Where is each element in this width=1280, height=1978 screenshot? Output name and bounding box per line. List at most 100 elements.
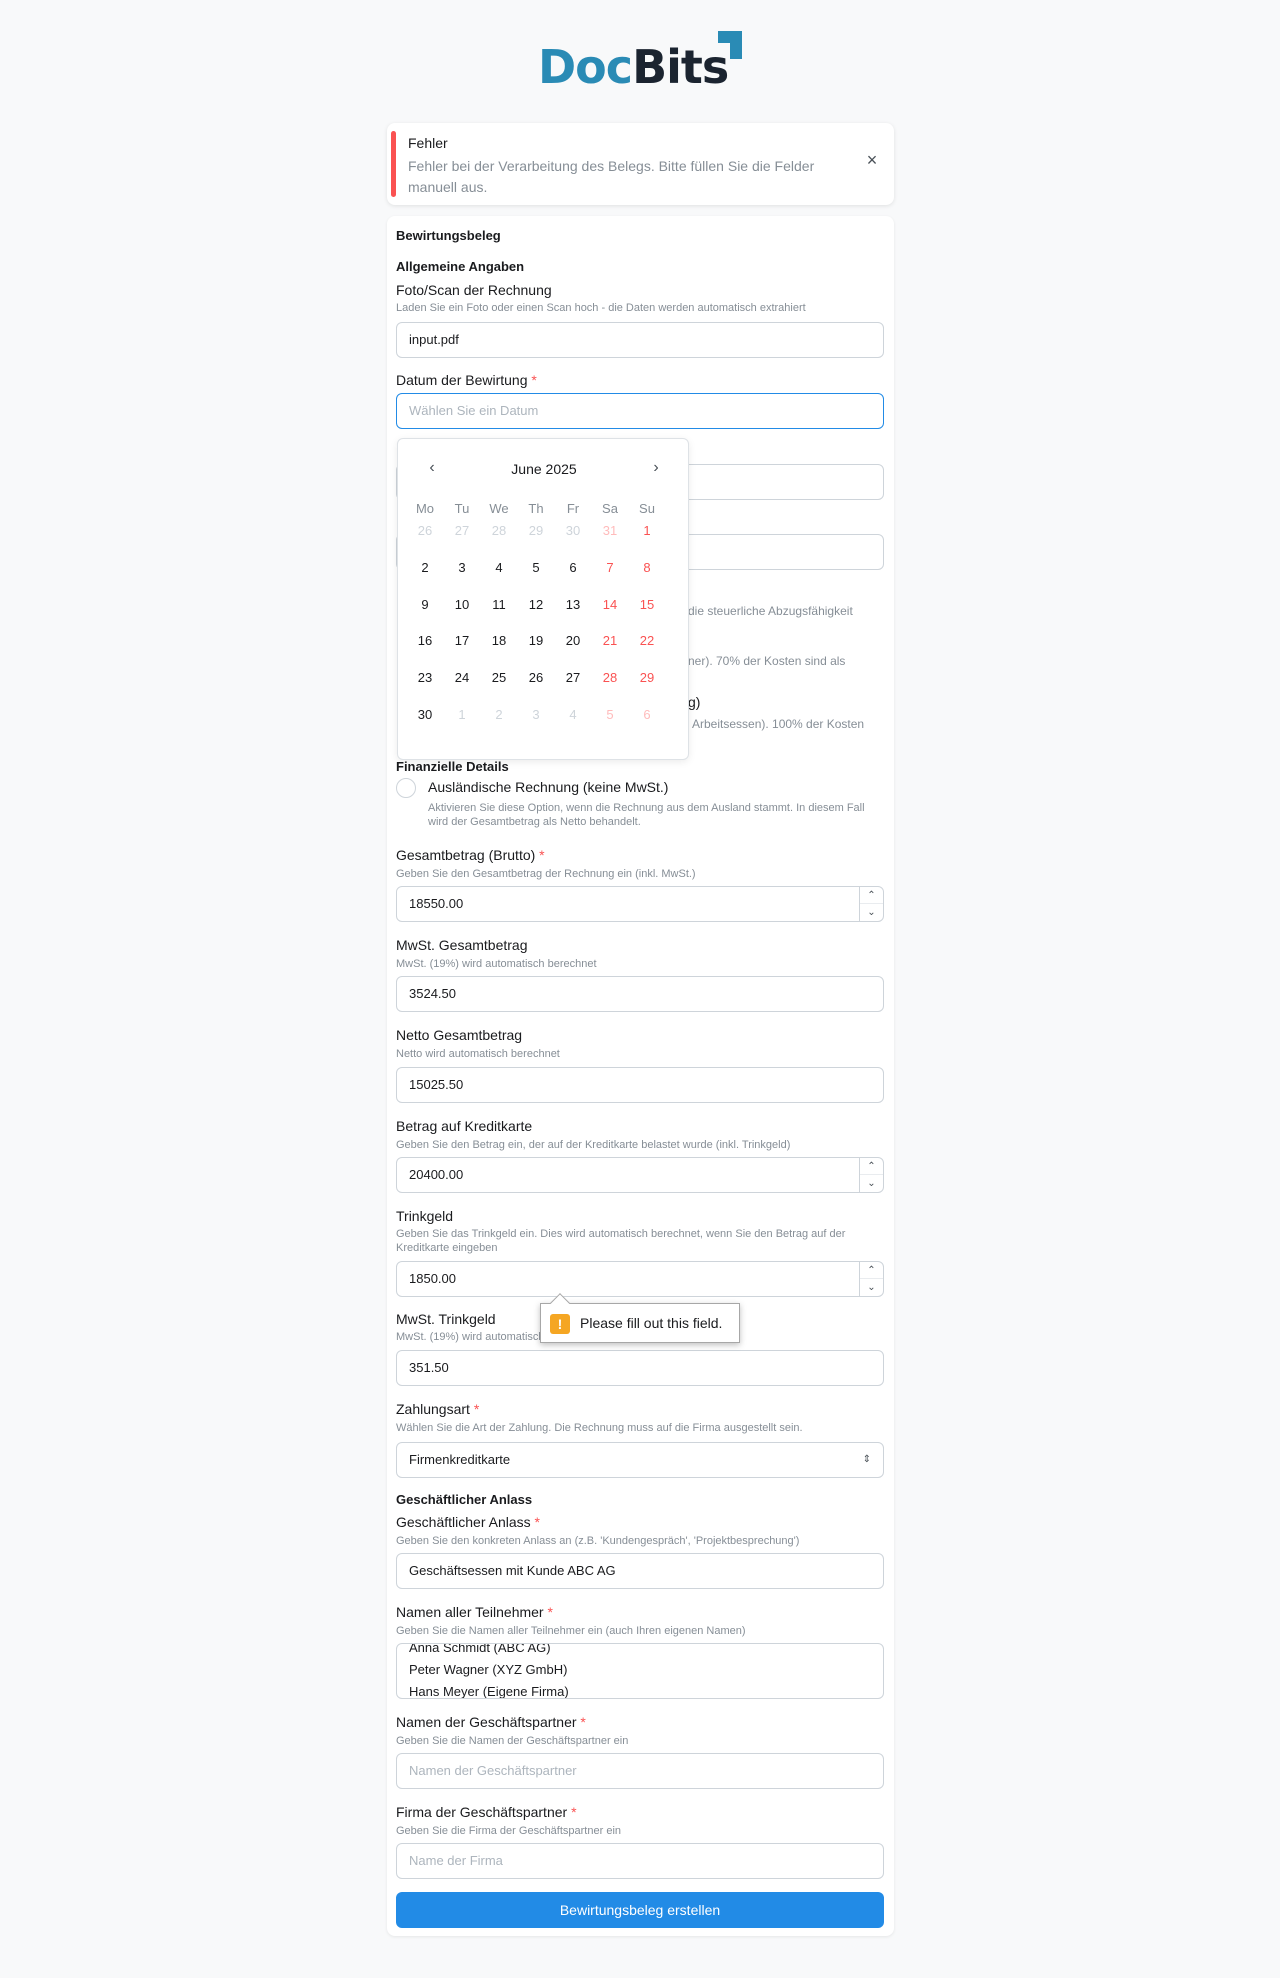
- calendar-day[interactable]: 30: [407, 701, 443, 729]
- section-business-heading: Geschäftlicher Anlass: [396, 1492, 533, 1507]
- chevron-down-icon[interactable]: ⌄: [860, 1279, 883, 1296]
- calendar-day[interactable]: 26: [407, 517, 443, 545]
- calendar-day[interactable]: 2: [481, 701, 517, 729]
- tip-vat-label: MwSt. Trinkgeld: [396, 1311, 496, 1327]
- logo-text-doc: Doc: [538, 40, 633, 94]
- calendar-day[interactable]: 9: [407, 591, 443, 619]
- calendar-day[interactable]: 6: [555, 554, 591, 582]
- vat-total-input[interactable]: 3524.50: [396, 976, 884, 1012]
- chevron-down-icon[interactable]: ⌄: [860, 1175, 883, 1192]
- calendar-day[interactable]: 3: [518, 701, 554, 729]
- tip-stepper[interactable]: ⌃ ⌄: [859, 1262, 883, 1296]
- calendar-day[interactable]: 2: [407, 554, 443, 582]
- calendar-day[interactable]: 5: [592, 701, 628, 729]
- calendar-day[interactable]: 4: [481, 554, 517, 582]
- calendar-day[interactable]: 28: [592, 664, 628, 692]
- warning-icon: !: [550, 1314, 570, 1334]
- occasion-label: Geschäftlicher Anlass *: [396, 1514, 540, 1530]
- chevron-up-icon[interactable]: ⌃: [860, 1262, 883, 1279]
- calendar-day[interactable]: 5: [518, 554, 554, 582]
- net-total-input[interactable]: 15025.50: [396, 1067, 884, 1103]
- foreign-invoice-description: Aktivieren Sie diese Option, wenn die Re…: [428, 802, 865, 828]
- upload-file-input[interactable]: input.pdf: [396, 322, 884, 358]
- card-amount-stepper[interactable]: ⌃ ⌄: [859, 1158, 883, 1192]
- chevron-up-icon[interactable]: ⌃: [860, 1158, 883, 1175]
- card-amount-input[interactable]: 20400.00 ⌃ ⌄: [396, 1157, 884, 1193]
- chevron-right-icon[interactable]: ›: [644, 457, 668, 481]
- weekday-header: Su: [639, 501, 655, 516]
- calendar-day[interactable]: 18: [481, 627, 517, 655]
- calendar-day[interactable]: 19: [518, 627, 554, 655]
- participant-line: Peter Wagner (XYZ GmbH): [409, 1662, 568, 1677]
- calendar-day[interactable]: 3: [444, 554, 480, 582]
- calendar-day[interactable]: 24: [444, 664, 480, 692]
- calendar-day[interactable]: 17: [444, 627, 480, 655]
- partner-company-input[interactable]: Name der Firma: [396, 1843, 884, 1879]
- calendar-day[interactable]: 1: [629, 517, 665, 545]
- calendar-day[interactable]: 27: [555, 664, 591, 692]
- close-icon[interactable]: ×: [864, 151, 880, 169]
- calendar-day[interactable]: 7: [592, 554, 628, 582]
- date-picker-popover: ‹ June 2025 › Mo Tu We Th Fr Sa Su 26 27 28 29 30 31…: [397, 438, 689, 760]
- tip-input[interactable]: 1850.00 ⌃ ⌄: [396, 1261, 884, 1297]
- calendar-day[interactable]: 26: [518, 664, 554, 692]
- hidden-description-1: die steuerliche Abzugsfähigkeit: [688, 604, 853, 618]
- calendar-day[interactable]: 29: [629, 664, 665, 692]
- date-label: Datum der Bewirtung *: [396, 372, 537, 388]
- chevron-up-icon[interactable]: ⌃: [860, 887, 883, 904]
- section-general-heading: Allgemeine Angaben: [396, 259, 525, 274]
- form-title: Bewirtungsbeleg: [396, 228, 501, 243]
- calendar-day[interactable]: 27: [444, 517, 480, 545]
- vat-total-description: MwSt. (19%) wird automatisch berechnet: [396, 958, 597, 970]
- partners-input[interactable]: Namen der Geschäftspartner: [396, 1753, 884, 1789]
- occasion-input[interactable]: Geschäftsessen mit Kunde ABC AG: [396, 1553, 884, 1589]
- partner-company-label: Firma der Geschäftspartner *: [396, 1804, 577, 1820]
- gross-description: Geben Sie den Gesamtbetrag der Rechnung …: [396, 868, 696, 880]
- calendar-day[interactable]: 29: [518, 517, 554, 545]
- calendar-day[interactable]: 6: [629, 701, 665, 729]
- docbits-logo: DocBits: [538, 28, 742, 94]
- calendar-day[interactable]: 1: [444, 701, 480, 729]
- calendar-day[interactable]: 23: [407, 664, 443, 692]
- submit-button[interactable]: Bewirtungsbeleg erstellen: [396, 1892, 884, 1928]
- calendar-day[interactable]: 16: [407, 627, 443, 655]
- hidden-description-2: ner). 70% der Kosten sind als: [688, 654, 846, 668]
- payment-select[interactable]: Firmenkreditkarte ⇕: [396, 1442, 884, 1478]
- select-arrows-icon: ⇕: [862, 1454, 871, 1465]
- gross-label: Gesamtbetrag (Brutto) *: [396, 847, 545, 863]
- calendar-day[interactable]: 21: [592, 627, 628, 655]
- occasion-description: Geben Sie den konkreten Anlass an (z.B. …: [396, 1535, 800, 1547]
- weekday-header: Th: [528, 501, 544, 516]
- foreign-invoice-checkbox[interactable]: [396, 778, 416, 798]
- calendar-day[interactable]: 10: [444, 591, 480, 619]
- calendar-day[interactable]: 22: [629, 627, 665, 655]
- calendar-day[interactable]: 12: [518, 591, 554, 619]
- calendar-day[interactable]: 31: [592, 517, 628, 545]
- gross-stepper[interactable]: ⌃ ⌄: [859, 887, 883, 921]
- date-input[interactable]: Wählen Sie ein Datum: [396, 393, 884, 429]
- calendar-day[interactable]: 11: [481, 591, 517, 619]
- tip-vat-input[interactable]: 351.50: [396, 1350, 884, 1386]
- calendar-day[interactable]: 28: [481, 517, 517, 545]
- participant-line: Hans Meyer (Eigene Firma): [409, 1684, 569, 1699]
- weekday-header: We: [489, 501, 509, 516]
- calendar-day[interactable]: 13: [555, 591, 591, 619]
- chevron-down-icon[interactable]: ⌄: [860, 904, 883, 921]
- participants-textarea[interactable]: Anna Schmidt (ABC AG) Peter Wagner (XYZ …: [396, 1643, 884, 1699]
- gross-input[interactable]: 18550.00 ⌃ ⌄: [396, 886, 884, 922]
- calendar-day[interactable]: 25: [481, 664, 517, 692]
- partner-company-description: Geben Sie die Firma der Geschäftspartner…: [396, 1825, 622, 1837]
- alert-accent-bar: [391, 131, 396, 197]
- net-total-description: Netto wird automatisch berechnet: [396, 1048, 560, 1060]
- calendar-day[interactable]: 20: [555, 627, 591, 655]
- hidden-description-3: Arbeitsessen). 100% der Kosten: [692, 717, 865, 731]
- calendar-day[interactable]: 14: [592, 591, 628, 619]
- calendar-day[interactable]: 4: [555, 701, 591, 729]
- calendar-day[interactable]: 8: [629, 554, 665, 582]
- calendar-day[interactable]: 15: [629, 591, 665, 619]
- section-financial-heading: Finanzielle Details: [396, 759, 509, 774]
- calendar-day[interactable]: 30: [555, 517, 591, 545]
- weekday-header: Mo: [415, 501, 435, 516]
- alert-title: Fehler: [408, 135, 448, 151]
- vat-total-label: MwSt. Gesamtbetrag: [396, 937, 528, 953]
